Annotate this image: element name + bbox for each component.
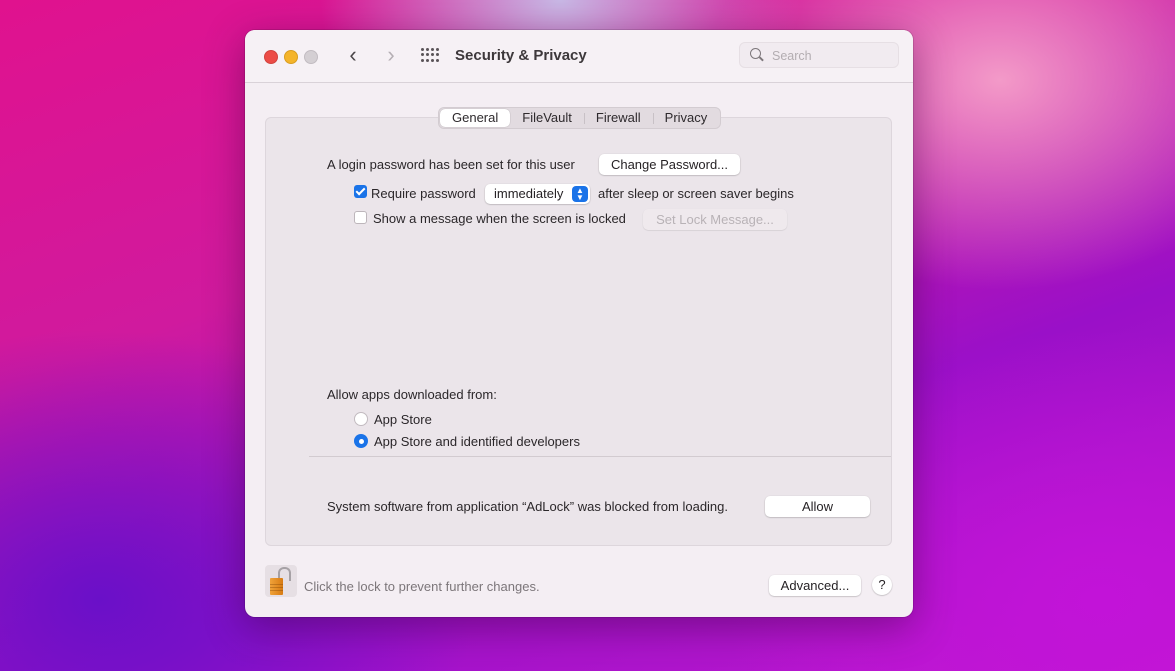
- tab-privacy[interactable]: Privacy: [652, 109, 720, 127]
- zoom-button[interactable]: [304, 50, 318, 64]
- tab-bar: General FileVault Firewall Privacy: [438, 107, 722, 129]
- advanced-button[interactable]: Advanced...: [769, 575, 861, 596]
- help-button[interactable]: ?: [872, 575, 892, 595]
- allow-button[interactable]: Allow: [765, 496, 870, 517]
- lock-button[interactable]: [265, 565, 297, 597]
- search-input[interactable]: [770, 46, 894, 66]
- close-button[interactable]: [264, 50, 278, 64]
- require-password-label: Require password: [371, 186, 476, 201]
- tab-filevault[interactable]: FileVault: [510, 109, 584, 127]
- section-divider: [309, 456, 891, 457]
- allow-apps-heading: Allow apps downloaded from:: [327, 387, 497, 402]
- radio-app-store[interactable]: [354, 412, 368, 426]
- change-password-button[interactable]: Change Password...: [599, 154, 740, 175]
- general-panel: A login password has been set for this u…: [265, 117, 892, 546]
- require-password-delay-select[interactable]: immediately ▲ ▼: [485, 184, 590, 204]
- require-password-suffix: after sleep or screen saver begins: [598, 186, 794, 201]
- security-privacy-window: ‹ › Security & Privacy A login password …: [245, 30, 913, 617]
- chevron-right-icon: ›: [387, 42, 395, 67]
- set-lock-message-button[interactable]: Set Lock Message...: [643, 209, 787, 230]
- chevron-left-icon: ‹: [349, 42, 357, 67]
- radio-app-store-label: App Store: [374, 412, 432, 427]
- show-message-label: Show a message when the screen is locked: [373, 211, 626, 226]
- require-password-checkbox[interactable]: [354, 185, 367, 198]
- window-title: Security & Privacy: [455, 47, 587, 64]
- title-bar: ‹ › Security & Privacy: [245, 30, 913, 83]
- updown-chevron-icon: ▲ ▼: [572, 186, 588, 202]
- forward-button[interactable]: ›: [379, 44, 403, 68]
- radio-app-store-identified[interactable]: [354, 434, 368, 448]
- login-password-text: A login password has been set for this u…: [327, 157, 575, 172]
- show-all-grid-icon[interactable]: [421, 48, 439, 62]
- back-button[interactable]: ‹: [341, 44, 365, 68]
- minimize-button[interactable]: [284, 50, 298, 64]
- lock-hint-text: Click the lock to prevent further change…: [304, 579, 540, 594]
- search-icon: [750, 48, 761, 59]
- select-value: immediately: [494, 186, 564, 201]
- tab-general[interactable]: General: [440, 109, 511, 127]
- tab-firewall[interactable]: Firewall: [583, 109, 653, 127]
- show-message-checkbox[interactable]: [354, 211, 367, 224]
- blocked-software-text: System software from application “AdLock…: [327, 499, 729, 514]
- radio-app-store-identified-label: App Store and identified developers: [374, 434, 580, 449]
- search-field[interactable]: [739, 42, 899, 68]
